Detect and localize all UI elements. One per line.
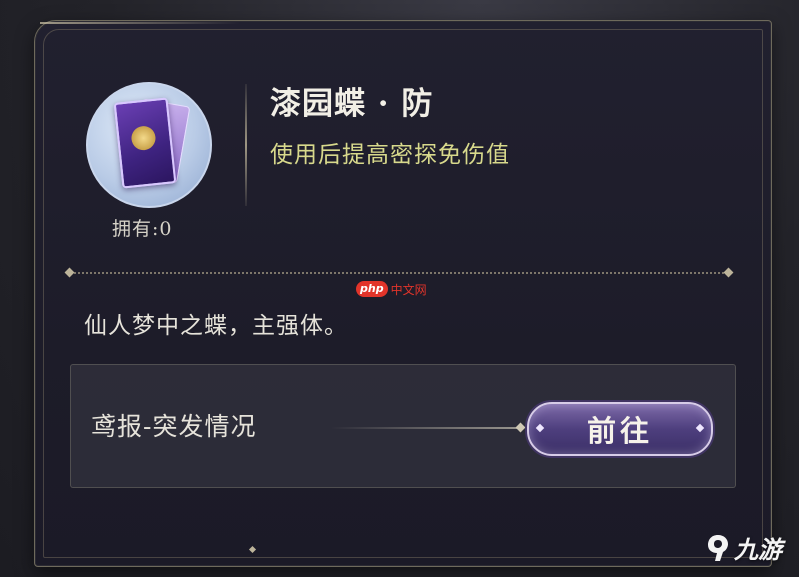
source-connector-dot bbox=[515, 422, 526, 433]
watermark-text: 中文网 bbox=[390, 282, 427, 297]
acquire-source-box: 鸢报-突发情况 前往 bbox=[70, 364, 736, 488]
item-effect: 使用后提高密探免伤值 bbox=[270, 142, 510, 168]
go-button[interactable]: 前往 bbox=[527, 402, 713, 456]
card-emblem-icon bbox=[130, 124, 157, 152]
divider-diamond-left bbox=[64, 267, 75, 278]
owned-count: 拥有:0 bbox=[112, 218, 173, 240]
button-star-left-icon bbox=[535, 423, 545, 433]
item-icon bbox=[86, 82, 212, 208]
item-description: 仙人梦中之蝶，主强体。 bbox=[84, 313, 348, 339]
watermark: php 中文网 bbox=[356, 280, 427, 298]
panel-top-ornament bbox=[40, 22, 240, 24]
source-connector-line bbox=[331, 427, 521, 429]
nine-game-logo-icon bbox=[706, 534, 730, 562]
item-title: 漆园蝶 · 防 bbox=[270, 86, 434, 122]
go-button-label: 前往 bbox=[586, 414, 653, 448]
section-divider bbox=[64, 267, 734, 278]
brand-text: 九游 bbox=[734, 536, 782, 564]
divider-diamond-right bbox=[723, 267, 734, 278]
button-star-right-icon bbox=[695, 423, 705, 433]
butterfly-card-icon bbox=[113, 97, 177, 189]
brand-watermark: 九游 bbox=[706, 530, 782, 565]
watermark-logo: php bbox=[356, 281, 388, 297]
divider-line bbox=[74, 272, 724, 274]
header-separator bbox=[245, 84, 247, 206]
source-label: 鸢报-突发情况 bbox=[91, 412, 257, 441]
